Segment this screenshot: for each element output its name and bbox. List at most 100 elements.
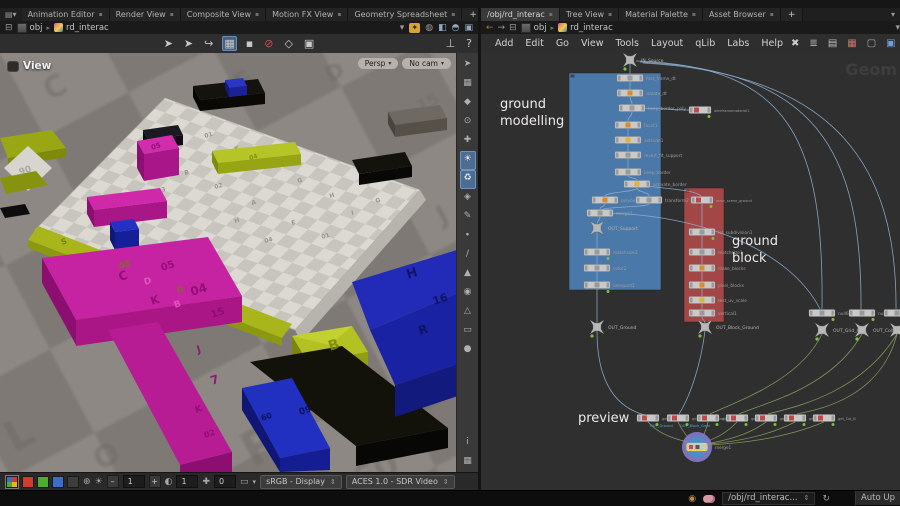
snapshot-view-icon[interactable]: ◉ — [460, 284, 476, 303]
menu-view[interactable]: View — [575, 38, 610, 49]
auto-update-selector[interactable]: Auto Up — [855, 491, 900, 505]
menu-add[interactable]: Add — [489, 38, 519, 49]
perspective-selector[interactable]: Persp▾ — [358, 58, 399, 69]
snapshot-highlight-icon[interactable]: ✦ — [409, 23, 420, 33]
node-item[interactable] — [884, 310, 900, 317]
network-annotation-preview[interactable]: preview — [578, 411, 630, 426]
lighting-icon[interactable]: ☀ — [460, 151, 476, 170]
pivot-icon[interactable]: ⊙ — [460, 113, 476, 132]
node-vertical1[interactable]: vertical1 — [689, 310, 737, 318]
breadcrumb-root-label[interactable]: obj — [534, 23, 547, 33]
node-transform2[interactable]: transform2 — [636, 197, 689, 205]
forward-button[interactable]: → — [498, 23, 506, 33]
secure-selection-icon[interactable]: ▦ — [222, 36, 236, 51]
display-options-dropdown-icon[interactable]: ▾ — [253, 478, 257, 486]
snap-icon[interactable]: ◇ — [282, 36, 294, 51]
node-merge1[interactable]: merge1 — [682, 432, 732, 462]
menu-layout[interactable]: Layout — [645, 38, 689, 49]
tab-close-icon[interactable]: ▪ — [770, 11, 774, 18]
tab-close-icon[interactable]: ▪ — [337, 11, 341, 18]
gamma-value[interactable]: 1 — [176, 475, 198, 488]
breadcrumb-root-label[interactable]: obj — [30, 23, 43, 33]
link-pane-icon[interactable]: ◧ — [438, 23, 447, 33]
view-layout-icon[interactable]: ▦ — [460, 75, 476, 94]
node-get-col-b[interactable]: get_Col_B — [813, 415, 856, 427]
path-dropdown-icon[interactable]: ▾ — [400, 23, 405, 33]
pin-pane-icon[interactable]: ⊟ — [509, 23, 517, 33]
tab-animation-editor[interactable]: Animation Editor▪ — [22, 8, 110, 21]
annotate-icon[interactable]: ✎ — [460, 208, 476, 227]
exposure-minus-button[interactable]: – — [107, 475, 119, 488]
points-display-icon[interactable]: ∙ — [460, 227, 476, 246]
view-transform-select[interactable]: ACES 1.0 - SDR Video⇕ — [346, 475, 455, 489]
lut-icon[interactable]: ▭ — [240, 477, 249, 487]
tpose-icon[interactable]: ⊥ — [444, 36, 458, 51]
grid-display-icon[interactable]: ▦ — [460, 453, 476, 472]
menu-tools[interactable]: Tools — [610, 38, 645, 49]
node-wireframematerial1[interactable]: wireframematerial1 — [689, 107, 750, 119]
network-annotation-ground-modelling[interactable]: groundmodelling — [500, 97, 564, 129]
node-null7[interactable]: null7 — [849, 310, 889, 322]
color-correction-swatch[interactable] — [6, 476, 18, 488]
tab-close-icon[interactable]: ▪ — [99, 11, 103, 18]
channel-swatch-3[interactable] — [67, 476, 79, 488]
auto-refine-icon[interactable]: ♻ — [460, 170, 476, 189]
channel-swatch-1[interactable] — [37, 476, 49, 488]
tools-icon[interactable]: ✖ — [789, 36, 801, 51]
back-button[interactable]: ← — [486, 23, 494, 33]
offset-icon[interactable]: ✚ — [202, 477, 210, 487]
tab-close-icon[interactable]: ▪ — [608, 11, 612, 18]
breadcrumb-node-label[interactable]: rd_interac — [570, 23, 613, 33]
breadcrumb-obj[interactable]: obj — [521, 23, 547, 33]
3d-viewport[interactable]: CDE1513JT30RL60O 01KJGHB02A03E01IG04H C0… — [0, 53, 478, 472]
current-path-field[interactable]: /obj/rd_interac... ⇕ — [722, 492, 815, 505]
breadcrumb-obj[interactable]: obj — [17, 23, 43, 33]
tab-composite-view[interactable]: Composite View▪ — [181, 8, 266, 21]
tab-close-icon[interactable]: ▪ — [692, 11, 696, 18]
handles-icon[interactable]: ◆ — [460, 94, 476, 113]
menu-edit[interactable]: Edit — [519, 38, 549, 49]
exposure-icon[interactable]: ☀ — [95, 477, 103, 487]
menu-help[interactable]: Help — [755, 38, 789, 49]
list-view-icon[interactable]: ▤ — [826, 36, 839, 51]
breadcrumb-node-label[interactable]: rd_interac — [66, 23, 109, 33]
add-view-icon[interactable]: ✚ — [460, 132, 476, 151]
tab-obj-rd-interac[interactable]: /obj/rd_interac▪ — [481, 8, 560, 21]
view-select-icon[interactable]: ➤ — [460, 56, 476, 75]
no-live-updates-icon[interactable]: ⊘ — [262, 36, 275, 51]
tab-material-palette[interactable]: Material Palette▪ — [619, 8, 703, 21]
snapshot-icon[interactable]: ▣ — [884, 36, 897, 51]
menu-go[interactable]: Go — [550, 38, 575, 49]
tab-close-icon[interactable]: ▪ — [549, 11, 553, 18]
pin-pane-icon[interactable]: ⊟ — [5, 23, 13, 33]
prim-normals-icon[interactable]: △ — [460, 303, 476, 322]
gamma-icon[interactable]: ◐ — [165, 477, 173, 487]
tab-tree-view[interactable]: Tree View▪ — [560, 8, 619, 21]
selection-mode-icon[interactable]: ▪ — [244, 36, 255, 51]
tab-motion-fx-view[interactable]: Motion FX View▪ — [266, 8, 348, 21]
new-tab-button[interactable]: + — [462, 8, 478, 21]
pane-snapshot-icon[interactable]: ▣ — [464, 23, 473, 33]
hierarchy-icon[interactable]: ≣ — [807, 36, 819, 51]
tab-close-icon[interactable]: ▪ — [255, 11, 259, 18]
tab-close-icon[interactable]: ▪ — [451, 11, 455, 18]
menu-labs[interactable]: Labs — [721, 38, 755, 49]
select-parts-icon[interactable]: ➤ — [182, 36, 195, 51]
color-palette-icon[interactable]: ▦ — [845, 36, 858, 51]
help-context-icon[interactable]: ? — [464, 36, 474, 51]
camera-selector[interactable]: No cam▾ — [402, 58, 451, 69]
node-null6[interactable]: null6 — [809, 310, 849, 322]
normals-icon[interactable]: ▲ — [460, 265, 476, 284]
network-canvas[interactable]: Geom IN_Sourcefirst_frame_dtisolate_dtke… — [481, 53, 900, 490]
exposure-value[interactable]: 1 — [123, 475, 145, 488]
breadcrumb-node[interactable]: rd_interac — [54, 23, 109, 33]
exposure-plus-button[interactable]: + — [149, 475, 161, 488]
grid-toggle-icon[interactable]: ▢ — [865, 36, 878, 51]
wireframe-icon[interactable]: / — [460, 246, 476, 265]
background-icon[interactable]: ● — [460, 341, 476, 360]
colorspace-select[interactable]: sRGB - Display⇕ — [260, 475, 342, 489]
inspect-pixel-icon[interactable]: ⊕ — [83, 477, 91, 487]
node-uvexport1[interactable]: uvexport1 — [584, 282, 635, 294]
material-shade-icon[interactable]: ◈ — [460, 189, 476, 208]
tab-asset-browser[interactable]: Asset Browser▪ — [703, 8, 781, 21]
